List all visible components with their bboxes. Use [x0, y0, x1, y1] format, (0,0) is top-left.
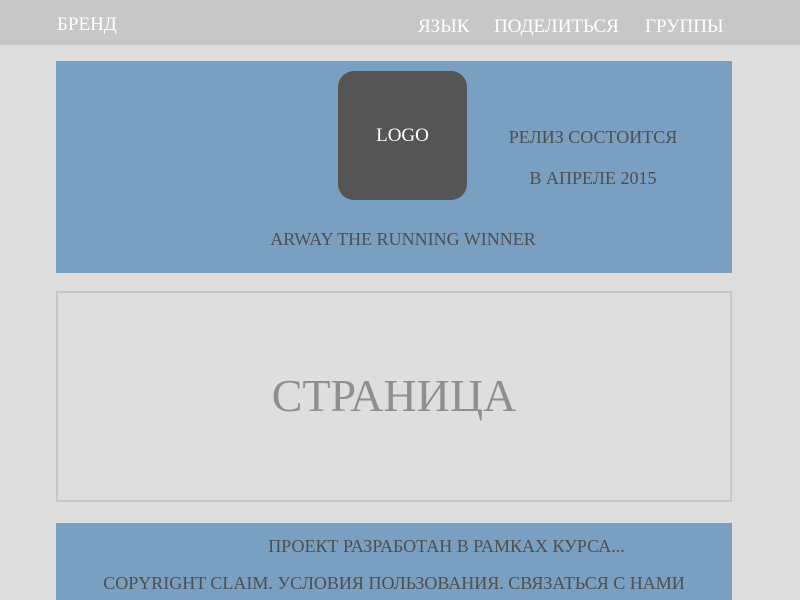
- hero-banner: LOGO РЕЛИЗ СОСТОИТСЯ В АПРЕЛЕ 2015 ARWAY…: [56, 61, 732, 273]
- hero-tagline: ARWAY THE RUNNING WINNER: [270, 229, 536, 249]
- release-info: РЕЛИЗ СОСТОИТСЯ В АПРЕЛЕ 2015: [488, 117, 698, 199]
- footer-links: COPYRIGHT CLAIM. УСЛОВИЯ ПОЛЬЗОВАНИЯ. СВ…: [56, 571, 732, 595]
- brand-link[interactable]: БРЕНД: [57, 13, 117, 37]
- top-bar: БРЕНД ЯЗЫК ПОДЕЛИТЬСЯ ГРУППЫ: [0, 0, 800, 45]
- nav-share-link[interactable]: ПОДЕЛИТЬСЯ: [494, 15, 619, 39]
- main-content: СТРАНИЦА: [56, 291, 732, 502]
- footer-project-note: ПРОЕКТ РАЗРАБОТАН В РАМКАХ КУРСА...: [268, 536, 625, 556]
- nav-language-link[interactable]: ЯЗЫК: [418, 15, 469, 39]
- footer: ПРОЕКТ РАЗРАБОТАН В РАМКАХ КУРСА... COPY…: [56, 523, 732, 600]
- release-line-2: В АПРЕЛЕ 2015: [529, 168, 657, 188]
- footer-copyright-link[interactable]: COPYRIGHT CLAIM.: [103, 573, 273, 593]
- logo-text: LOGO: [376, 124, 429, 146]
- logo: LOGO: [338, 71, 467, 200]
- footer-terms-link[interactable]: УСЛОВИЯ ПОЛЬЗОВАНИЯ.: [277, 573, 503, 593]
- page-title: СТРАНИЦА: [271, 370, 517, 421]
- release-line-1: РЕЛИЗ СОСТОИТСЯ: [508, 127, 678, 147]
- footer-contact-link[interactable]: СВЯЗАТЬСЯ С НАМИ: [508, 573, 684, 593]
- nav-groups-link[interactable]: ГРУППЫ: [645, 15, 724, 39]
